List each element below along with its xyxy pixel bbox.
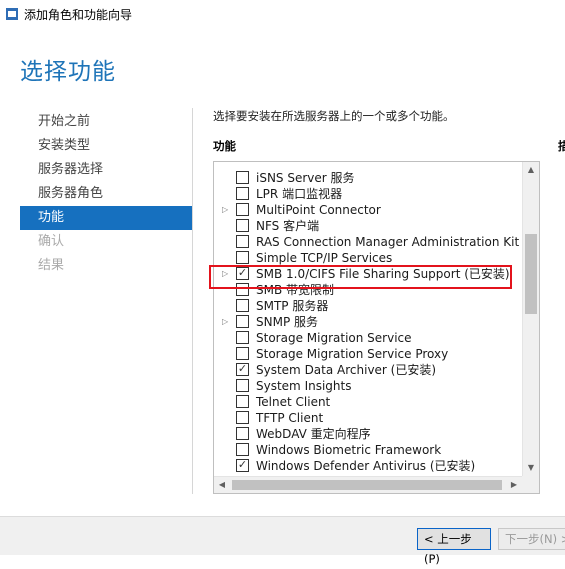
footer-bar: < 上一步(P) 下一步(N) > [0, 516, 565, 566]
nav-item-confirmation: 确认 [38, 234, 65, 249]
feature-checkbox[interactable] [236, 299, 249, 312]
feature-row[interactable]: ✓ Windows Defender Antivirus (已安装) [214, 458, 520, 474]
feature-label: System Data Archiver (已安装) [256, 363, 437, 377]
feature-row[interactable]: RAS Connection Manager Administration Ki… [214, 234, 536, 250]
horizontal-scrollbar[interactable]: ◀ ▶ [214, 476, 523, 493]
nav-item-server-selection[interactable]: 服务器选择 [20, 158, 192, 182]
feature-label: iSNS Server 服务 [256, 171, 355, 185]
nav-item-features[interactable]: 功能 [20, 206, 192, 230]
feature-checkbox[interactable] [236, 427, 249, 440]
feature-label: SMTP 服务器 [256, 299, 329, 313]
feature-row[interactable]: Simple TCP/IP Services [214, 250, 520, 266]
feature-row[interactable]: SMTP 服务器 [214, 298, 520, 314]
feature-label: SMB 带宽限制 [256, 283, 335, 297]
feature-row[interactable]: Storage Migration Service Proxy [214, 346, 520, 362]
horizontal-scroll-thumb[interactable] [232, 480, 502, 490]
feature-label: Storage Migration Service [256, 331, 412, 345]
feature-label: SMB 1.0/CIFS File Sharing Support (已安装) [256, 267, 510, 281]
feature-checkbox[interactable] [236, 283, 249, 296]
feature-label: Simple TCP/IP Services [256, 251, 393, 265]
feature-row[interactable]: System Insights [214, 378, 520, 394]
feature-label: Storage Migration Service Proxy [256, 347, 449, 361]
page-title: 选择功能 [20, 59, 116, 85]
feature-row[interactable]: iSNS Server 服务 [214, 170, 520, 186]
nav-item-installation-type[interactable]: 安装类型 [20, 134, 192, 158]
features-tree[interactable]: iSNS Server 服务 LPR 端口监视器 ▷ MultiPoint Conne… [213, 161, 540, 494]
nav-item-server-roles[interactable]: 服务器角色 [20, 182, 192, 206]
feature-row[interactable]: Storage Migration Service [214, 330, 520, 346]
feature-row[interactable]: ▷ MultiPoint Connector [214, 202, 520, 218]
feature-label: WebDAV 重定向程序 [256, 427, 371, 441]
feature-checkbox[interactable] [236, 443, 249, 456]
feature-checkbox[interactable] [236, 187, 249, 200]
expand-arrow-icon[interactable]: ▷ [222, 269, 230, 279]
feature-label: Telnet Client [256, 395, 331, 409]
checkmark-icon: ✓ [237, 458, 248, 471]
feature-row[interactable]: TFTP Client [214, 410, 520, 426]
feature-checkbox[interactable]: ✓ [236, 266, 249, 280]
expand-arrow-icon[interactable]: ▷ [222, 205, 230, 215]
scroll-down-icon[interactable]: ▼ [523, 460, 539, 476]
feature-checkbox[interactable] [236, 395, 249, 408]
instruction-text: 选择要安装在所选服务器上的一个或多个功能。 [213, 109, 455, 123]
feature-checkbox[interactable] [236, 315, 249, 328]
scroll-up-icon[interactable]: ▲ [523, 162, 539, 178]
feature-label: SNMP 服务 [256, 315, 318, 329]
feature-label: NFS 客户端 [256, 219, 320, 233]
feature-checkbox[interactable]: ✓ [236, 362, 249, 376]
vertical-scroll-thumb[interactable] [525, 234, 537, 314]
feature-row[interactable]: SMB 带宽限制 [214, 282, 520, 298]
feature-row[interactable]: LPR 端口监视器 [214, 186, 520, 202]
feature-checkbox[interactable]: ✓ [236, 458, 249, 472]
next-button[interactable]: 下一步(N) > [498, 528, 565, 550]
feature-checkbox[interactable] [236, 203, 249, 216]
feature-label: Windows Biometric Framework [256, 443, 442, 457]
scrollbar-corner [522, 476, 539, 493]
scroll-left-icon[interactable]: ◀ [214, 477, 230, 493]
feature-checkbox[interactable] [236, 251, 249, 264]
window-title: 添加角色和功能向导 [24, 8, 133, 22]
scroll-right-icon[interactable]: ▶ [506, 477, 522, 493]
feature-row[interactable]: ✓ System Data Archiver (已安装) [214, 362, 520, 378]
wizard-nav: 开始之前 安装类型 服务器选择 服务器角色 功能 确认 结果 [20, 110, 192, 278]
nav-item-before-you-begin[interactable]: 开始之前 [20, 110, 192, 134]
description-heading: 描 [558, 139, 565, 153]
feature-checkbox[interactable] [236, 347, 249, 360]
feature-checkbox[interactable] [236, 219, 249, 232]
feature-checkbox[interactable] [236, 235, 249, 248]
feature-label: System Insights [256, 379, 352, 393]
vertical-scrollbar[interactable]: ▲ ▼ [522, 162, 539, 476]
app-icon [6, 8, 18, 20]
features-list: iSNS Server 服务 LPR 端口监视器 ▷ MultiPoint Conne… [214, 170, 536, 474]
feature-checkbox[interactable] [236, 171, 249, 184]
feature-row[interactable]: NFS 客户端 [214, 218, 520, 234]
feature-label: RAS Connection Manager Administration Ki… [256, 235, 537, 249]
previous-button[interactable]: < 上一步(P) [417, 528, 491, 566]
feature-checkbox[interactable] [236, 379, 249, 392]
feature-checkbox[interactable] [236, 331, 249, 344]
feature-row[interactable]: ▷ ✓ SMB 1.0/CIFS File Sharing Support (已安装… [214, 266, 520, 282]
feature-label: LPR 端口监视器 [256, 187, 343, 201]
nav-item-results: 结果 [38, 258, 65, 273]
feature-row[interactable]: Telnet Client [214, 394, 520, 410]
feature-checkbox[interactable] [236, 411, 249, 424]
feature-label: MultiPoint Connector [256, 203, 381, 217]
nav-divider [192, 108, 193, 494]
checkmark-icon: ✓ [237, 266, 248, 279]
feature-row[interactable]: WebDAV 重定向程序 [214, 426, 520, 442]
features-heading: 功能 [213, 139, 236, 153]
feature-label: TFTP Client [256, 411, 324, 425]
feature-row[interactable]: Windows Biometric Framework [214, 442, 520, 458]
checkmark-icon: ✓ [237, 362, 248, 375]
title-bar: 添加角色和功能向导 [0, 0, 565, 30]
feature-row[interactable]: ▷ SNMP 服务 [214, 314, 520, 330]
expand-arrow-icon[interactable]: ▷ [222, 317, 230, 327]
feature-label: Windows Defender Antivirus (已安装) [256, 459, 476, 473]
